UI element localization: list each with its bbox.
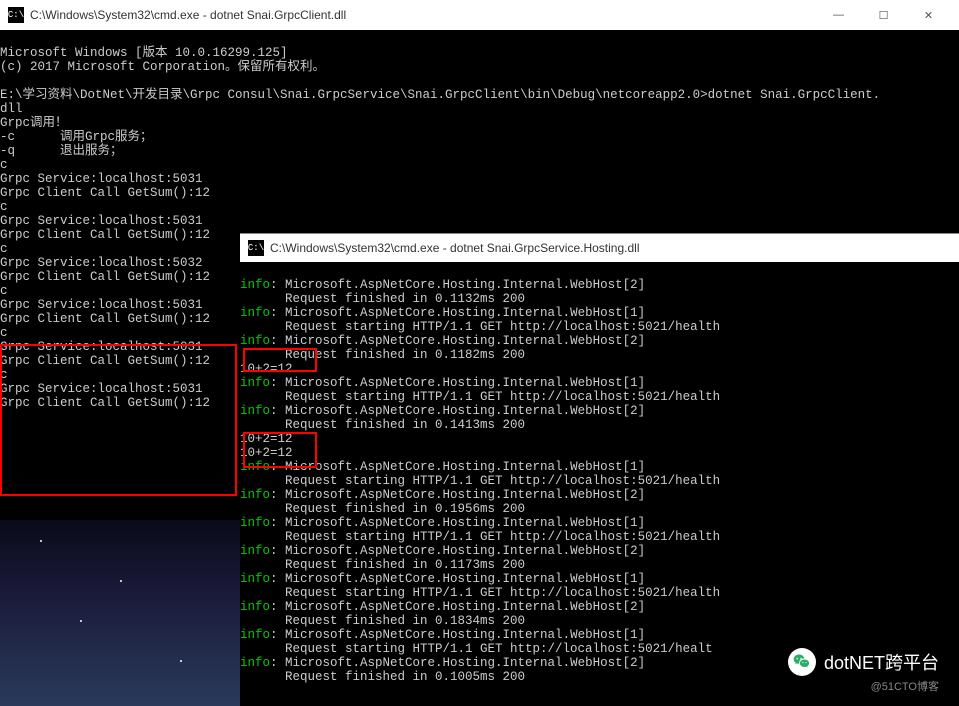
maximize-button[interactable]: ☐ — [861, 0, 906, 30]
terminal-line: 10+2=12 — [240, 446, 293, 460]
terminal-line: : Microsoft.AspNetCore.Hosting.Internal.… — [270, 628, 645, 642]
info-label: info — [240, 278, 270, 292]
minimize-button[interactable]: — — [816, 0, 861, 30]
terminal-line: : Microsoft.AspNetCore.Hosting.Internal.… — [270, 656, 645, 670]
terminal-line: (c) 2017 Microsoft Corporation。保留所有权利。 — [0, 60, 325, 74]
terminal-line: Request finished in 0.1834ms 200 — [240, 614, 525, 628]
terminal-line: E:\学习资料\DotNet\开发目录\Grpc Consul\Snai.Grp… — [0, 88, 880, 102]
info-label: info — [240, 376, 270, 390]
terminal-line: Grpc Service:localhost:5031 — [0, 340, 203, 354]
terminal-line: 10+2=12 — [240, 362, 293, 376]
terminal-line: Grpc Client Call GetSum():12 — [0, 354, 210, 368]
terminal-line: Grpc Service:localhost:5031 — [0, 298, 203, 312]
window2-titlebar: C:\ C:\Windows\System32\cmd.exe - dotnet… — [240, 234, 959, 262]
terminal-line: : Microsoft.AspNetCore.Hosting.Internal.… — [270, 600, 645, 614]
terminal-line: Grpc Service:localhost:5031 — [0, 382, 203, 396]
info-label: info — [240, 488, 270, 502]
info-label: info — [240, 306, 270, 320]
info-label: info — [240, 572, 270, 586]
terminal-line: : Microsoft.AspNetCore.Hosting.Internal.… — [270, 278, 645, 292]
terminal-line: dll — [0, 102, 23, 116]
terminal-line: Request starting HTTP/1.1 GET http://loc… — [240, 586, 720, 600]
terminal-line: Grpc Service:localhost:5031 — [0, 172, 203, 186]
terminal-line: Request finished in 0.1132ms 200 — [240, 292, 525, 306]
terminal-line: Grpc Client Call GetSum():12 — [0, 186, 210, 200]
terminal-line: Grpc Service:localhost:5031 — [0, 214, 203, 228]
info-label: info — [240, 334, 270, 348]
window2: C:\ C:\Windows\System32\cmd.exe - dotnet… — [240, 233, 959, 706]
terminal-line: : Microsoft.AspNetCore.Hosting.Internal.… — [270, 306, 645, 320]
terminal-line: Grpc Client Call GetSum():12 — [0, 312, 210, 326]
watermark-sub: @51CTO博客 — [871, 678, 939, 694]
terminal-line: c — [0, 158, 8, 172]
terminal2[interactable]: info: Microsoft.AspNetCore.Hosting.Inter… — [240, 262, 959, 700]
terminal-line: Request finished in 0.1413ms 200 — [240, 418, 525, 432]
window1-controls: — ☐ ✕ — [816, 0, 951, 30]
terminal-line: : Microsoft.AspNetCore.Hosting.Internal.… — [270, 544, 645, 558]
terminal-line: : Microsoft.AspNetCore.Hosting.Internal.… — [270, 572, 645, 586]
terminal-line: Grpc Client Call GetSum():12 — [0, 228, 210, 242]
info-label: info — [240, 628, 270, 642]
desktop-background — [0, 520, 240, 706]
terminal-line: Request starting HTTP/1.1 GET http://loc… — [240, 390, 720, 404]
terminal-line: Request starting HTTP/1.1 GET http://loc… — [240, 642, 713, 656]
window1-titlebar: C:\ C:\Windows\System32\cmd.exe - dotnet… — [0, 0, 959, 30]
close-button[interactable]: ✕ — [906, 0, 951, 30]
wechat-icon — [788, 648, 816, 676]
terminal-line: c — [0, 326, 8, 340]
terminal-line: 10+2=12 — [240, 432, 293, 446]
cmd-icon: C:\ — [248, 240, 264, 256]
terminal-line: c — [0, 284, 8, 298]
info-label: info — [240, 544, 270, 558]
window1-title: C:\Windows\System32\cmd.exe - dotnet Sna… — [30, 8, 346, 22]
terminal-line: Request finished in 0.1182ms 200 — [240, 348, 525, 362]
terminal-line: Grpc Client Call GetSum():12 — [0, 396, 210, 410]
terminal-line: -c 调用Grpc服务； — [0, 130, 153, 144]
terminal-line: c — [0, 368, 8, 382]
terminal-line: : Microsoft.AspNetCore.Hosting.Internal.… — [270, 488, 645, 502]
terminal-line: : Microsoft.AspNetCore.Hosting.Internal.… — [270, 376, 645, 390]
terminal-line: Grpc调用！ — [0, 116, 68, 130]
terminal-line: Grpc Client Call GetSum():12 — [0, 270, 210, 284]
terminal-line: Grpc Service:localhost:5032 — [0, 256, 203, 270]
window2-title: C:\Windows\System32\cmd.exe - dotnet Sna… — [270, 241, 639, 255]
cmd-icon: C:\ — [8, 7, 24, 23]
terminal-line: : Microsoft.AspNetCore.Hosting.Internal.… — [270, 516, 645, 530]
terminal-line: -q 退出服务； — [0, 144, 123, 158]
terminal-line: Request starting HTTP/1.1 GET http://loc… — [240, 474, 720, 488]
terminal-line: c — [0, 242, 8, 256]
watermark: dotNET跨平台 — [788, 648, 939, 676]
info-label: info — [240, 404, 270, 418]
terminal-line: Request starting HTTP/1.1 GET http://loc… — [240, 320, 720, 334]
terminal-line: Request finished in 0.1173ms 200 — [240, 558, 525, 572]
watermark-text: dotNET跨平台 — [824, 649, 939, 675]
info-label: info — [240, 600, 270, 614]
terminal-line: Request finished in 0.1956ms 200 — [240, 502, 525, 516]
terminal-line: Request finished in 0.1005ms 200 — [240, 670, 525, 684]
terminal-line: c — [0, 200, 8, 214]
info-label: info — [240, 516, 270, 530]
terminal-line: : Microsoft.AspNetCore.Hosting.Internal.… — [270, 334, 645, 348]
terminal-line: : Microsoft.AspNetCore.Hosting.Internal.… — [270, 404, 645, 418]
info-label: info — [240, 656, 270, 670]
info-label: info — [240, 460, 270, 474]
terminal-line: Request starting HTTP/1.1 GET http://loc… — [240, 530, 720, 544]
terminal-line: : Microsoft.AspNetCore.Hosting.Internal.… — [270, 460, 645, 474]
terminal-line: Microsoft Windows [版本 10.0.16299.125] — [0, 46, 288, 60]
